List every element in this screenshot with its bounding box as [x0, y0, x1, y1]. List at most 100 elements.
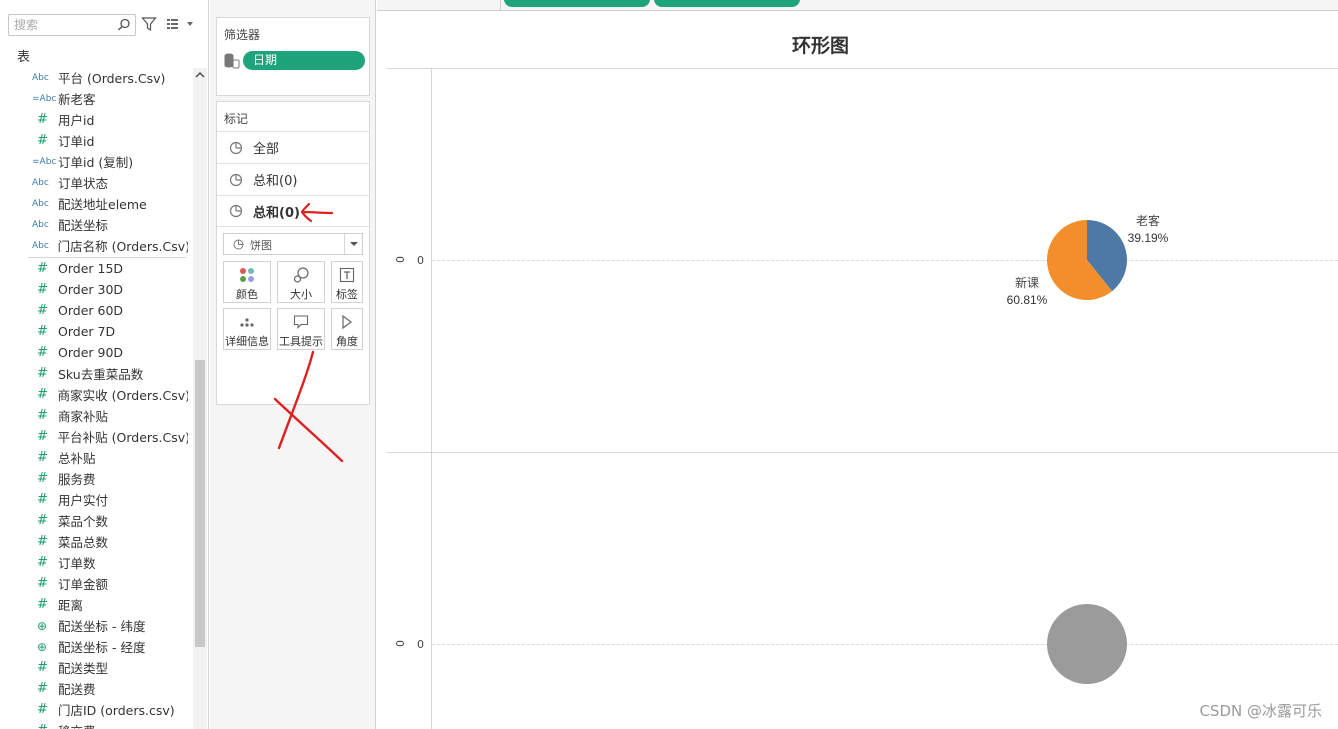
- shelves-pane: 筛选器 日期 标记 全部 总和(0) 总和(0) 饼图 颜色 大小 标签 详细信…: [210, 0, 376, 729]
- search-box[interactable]: [8, 14, 136, 36]
- angle-icon: [342, 314, 352, 330]
- field-item[interactable]: # 菜品个数: [28, 510, 188, 531]
- pie-mark-icon: [229, 173, 243, 186]
- field-item[interactable]: # 平台补贴 (Orders.Csv): [28, 426, 188, 447]
- dropdown-caret[interactable]: [344, 234, 362, 254]
- measure-type-icon: #: [37, 408, 48, 423]
- field-item[interactable]: # Order 30D: [28, 279, 188, 300]
- tooltip-button[interactable]: 工具提示: [277, 308, 325, 350]
- search-input[interactable]: [9, 15, 109, 35]
- measure-type-icon: #: [37, 597, 48, 612]
- tooltip-icon: [293, 315, 309, 329]
- field-item[interactable]: # 门店ID (orders.csv): [28, 699, 188, 720]
- pie-mark-icon: [229, 141, 243, 154]
- field-item[interactable]: # Sku去重菜品数: [28, 363, 188, 384]
- field-item[interactable]: ⊕ 配送坐标 - 经度: [28, 636, 188, 657]
- field-item[interactable]: # 订单数: [28, 552, 188, 573]
- measure-type-icon: #: [37, 513, 48, 528]
- field-name: 配送类型: [58, 661, 109, 676]
- field-item[interactable]: Abc 平台 (Orders.Csv): [28, 67, 188, 88]
- rows-shelf: [377, 0, 1338, 11]
- label-button-label: 标签: [336, 288, 358, 301]
- field-list: Abc 平台 (Orders.Csv) =Abc 新老客 # 用户id # 订单id =Abc 订…: [28, 67, 188, 729]
- scroll-up-icon[interactable]: [195, 70, 205, 80]
- field-item[interactable]: # 服务费: [28, 468, 188, 489]
- scroll-thumb[interactable]: [195, 360, 205, 647]
- rows-pill-sum-1[interactable]: [504, 0, 650, 7]
- field-item[interactable]: # Order 7D: [28, 321, 188, 342]
- marks-tab-sum-1[interactable]: 总和(0): [217, 163, 369, 195]
- date-filter-pill[interactable]: 日期: [243, 51, 365, 70]
- field-item[interactable]: # 配送费: [28, 678, 188, 699]
- detail-dots-icon: [240, 318, 254, 327]
- field-divider: [28, 257, 186, 258]
- field-item[interactable]: #移交费: [28, 720, 188, 729]
- size-button-label: 大小: [290, 288, 312, 301]
- pie-slice[interactable]: [1047, 604, 1127, 684]
- marks-tab-sum-2[interactable]: 总和(0): [217, 195, 369, 227]
- field-item[interactable]: ⊕ 配送坐标 - 纬度: [28, 615, 188, 636]
- watermark: CSDN @冰露可乐: [1199, 702, 1322, 720]
- marks-card: 标记 全部 总和(0) 总和(0) 饼图 颜色 大小 标签 详细信息 工具提示 …: [216, 101, 370, 405]
- field-item[interactable]: Abc 门店名称 (Orders.Csv): [28, 235, 188, 256]
- measure-type-icon: #: [37, 555, 48, 570]
- field-name: Order 7D: [58, 324, 116, 339]
- measure-type-icon: #: [37, 366, 48, 381]
- list-view-icon[interactable]: [166, 17, 196, 31]
- field-item[interactable]: Abc 配送地址eleme: [28, 193, 188, 214]
- database-filter-icon: [224, 53, 240, 69]
- field-item[interactable]: =Abc 新老客: [28, 88, 188, 109]
- field-name: 配送坐标 - 纬度: [58, 619, 146, 634]
- field-name: 平台 (Orders.Csv): [58, 71, 166, 86]
- string-type-icon: =Abc: [32, 156, 57, 167]
- slice-percent-label: 60.81%: [1007, 293, 1048, 307]
- field-item[interactable]: # 商家实收 (Orders.Csv): [28, 384, 188, 405]
- field-item[interactable]: # 用户实付: [28, 489, 188, 510]
- field-name: 配送坐标: [58, 218, 109, 233]
- globe-icon: ⊕: [37, 639, 48, 654]
- field-item[interactable]: =Abc 订单id (复制): [28, 151, 188, 172]
- field-item[interactable]: # 商家补贴: [28, 405, 188, 426]
- chevron-down-icon: [350, 242, 358, 246]
- slice-percent-label: 39.19%: [1128, 231, 1169, 245]
- measure-type-icon: #: [37, 387, 48, 402]
- measure-type-icon: #: [37, 261, 48, 276]
- angle-button[interactable]: 角度: [331, 308, 363, 350]
- text-label-icon: [339, 267, 355, 283]
- field-item[interactable]: # Order 60D: [28, 300, 188, 321]
- filter-icon[interactable]: [141, 16, 157, 32]
- field-name: 商家补贴: [58, 409, 109, 424]
- field-item[interactable]: # Order 15D: [28, 258, 188, 279]
- size-button[interactable]: 大小: [277, 261, 325, 303]
- field-item[interactable]: # 用户id: [28, 109, 188, 130]
- field-item[interactable]: Abc 订单状态: [28, 172, 188, 193]
- mark-type-dropdown[interactable]: 饼图: [223, 233, 363, 255]
- field-item[interactable]: # 配送类型: [28, 657, 188, 678]
- color-button[interactable]: 颜色: [223, 261, 271, 303]
- field-item[interactable]: # 菜品总数: [28, 531, 188, 552]
- field-name: 距离: [58, 598, 84, 613]
- field-item[interactable]: # 距离: [28, 594, 188, 615]
- detail-button[interactable]: 详细信息: [223, 308, 271, 350]
- rows-pill-sum-2[interactable]: [654, 0, 800, 7]
- field-item[interactable]: # Order 90D: [28, 342, 188, 363]
- data-pane-scrollbar[interactable]: [193, 68, 207, 729]
- size-icon: [293, 267, 309, 283]
- marks-tab-label: 总和(0): [253, 205, 300, 221]
- field-item[interactable]: # 总补贴: [28, 447, 188, 468]
- measure-type-icon: #: [37, 471, 48, 486]
- field-name: 商家实收 (Orders.Csv): [57, 388, 188, 403]
- label-button[interactable]: 标签: [331, 261, 363, 303]
- marks-tab-all[interactable]: 全部: [217, 131, 369, 163]
- field-name: Order 30D: [58, 282, 124, 297]
- angle-button-label: 角度: [336, 335, 358, 348]
- chart-canvas: 老客 39.19% 新课 60.81%: [1007, 213, 1169, 684]
- field-name: Order 90D: [58, 345, 124, 360]
- field-item[interactable]: Abc 配送坐标: [28, 214, 188, 235]
- field-item[interactable]: # 订单金额: [28, 573, 188, 594]
- field-name: 平台补贴 (Orders.Csv): [57, 430, 188, 445]
- search-icon[interactable]: [117, 18, 131, 32]
- tooltip-button-label: 工具提示: [279, 335, 323, 348]
- pie-mark-icon: [229, 204, 243, 218]
- field-item[interactable]: # 订单id: [28, 130, 188, 151]
